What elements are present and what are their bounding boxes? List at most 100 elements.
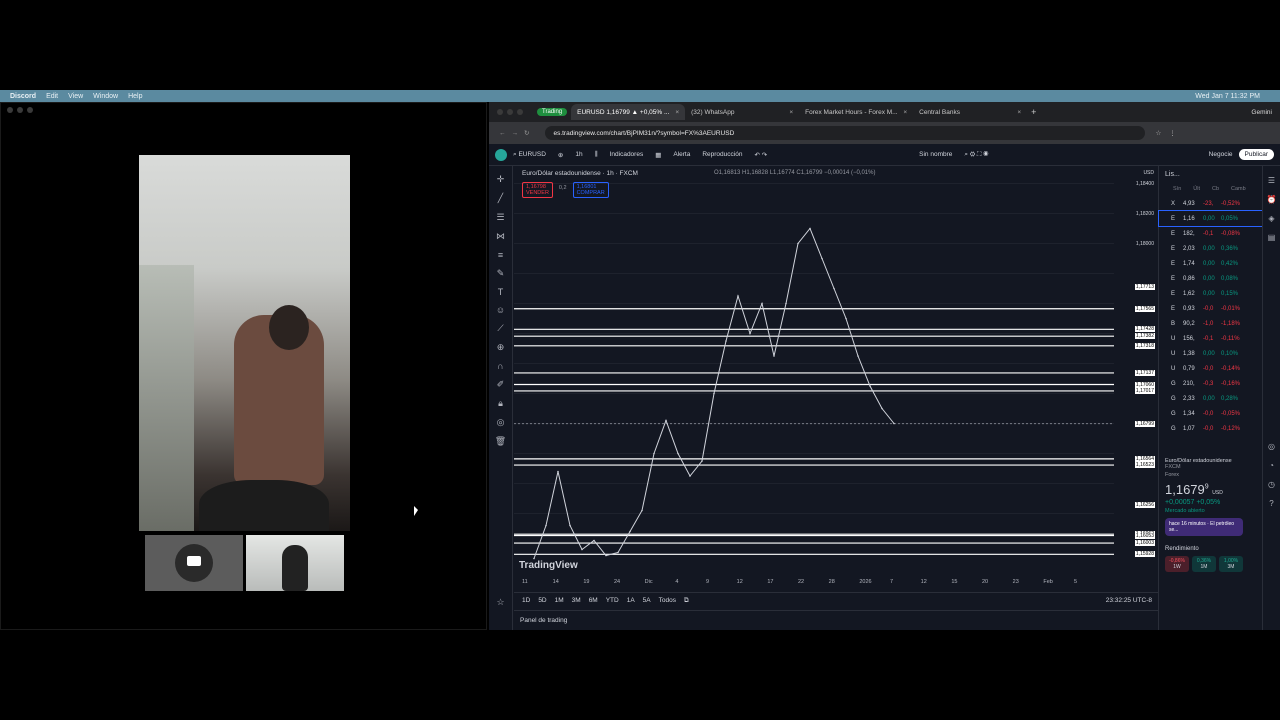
user-avatar[interactable]: [495, 148, 507, 161]
sell-button[interactable]: 1,16798 VENDER: [522, 182, 553, 198]
lock-icon[interactable]: 🔒︎: [498, 398, 503, 409]
timeframe-5a[interactable]: 5A: [643, 597, 651, 604]
timeframe-all[interactable]: Todos: [659, 597, 676, 604]
menu-window[interactable]: Window: [93, 93, 118, 100]
magnet-icon[interactable]: ∩: [497, 361, 503, 371]
tab-eurusd[interactable]: EURUSD 1,16799 ▲ +0,05% ... ×: [571, 104, 686, 120]
pattern-icon[interactable]: ⋈: [496, 231, 505, 242]
main-video-stream[interactable]: [139, 155, 350, 531]
performance-tile[interactable]: 0,36% 1M: [1192, 556, 1216, 572]
trash-icon[interactable]: 🗑︎: [495, 436, 506, 447]
date-range-icon[interactable]: ⧉: [684, 597, 689, 605]
watchlist-row[interactable]: G 1,07 -0,0 -0,12%: [1159, 421, 1262, 436]
watchlist-row[interactable]: E 1,16 0,00 0,05%: [1158, 210, 1263, 227]
horizontal-lines-icon[interactable]: ☰: [496, 212, 504, 223]
performance-tile[interactable]: -0,86% 1W: [1165, 556, 1189, 572]
emoji-icon[interactable]: ☺: [496, 305, 505, 315]
watchlist-row[interactable]: E 0,93 -0,0 -0,01%: [1159, 301, 1262, 316]
col-last[interactable]: Últ: [1193, 186, 1200, 192]
minimize-window-button[interactable]: [17, 107, 23, 113]
trading-panel-bar[interactable]: Panel de trading: [514, 610, 1158, 630]
watchlist-row[interactable]: G 2,33 0,00 0,28%: [1159, 391, 1262, 406]
chart-clock[interactable]: 23:32:25 UTC-8: [1106, 597, 1152, 604]
currency-label[interactable]: USD: [1142, 170, 1155, 176]
close-window-button[interactable]: [497, 109, 503, 115]
watchlist-header[interactable]: Lis...: [1159, 166, 1262, 182]
compare-icon[interactable]: ⊕: [558, 151, 563, 159]
crosshair-icon[interactable]: ✛: [497, 174, 505, 185]
minimize-window-button[interactable]: [507, 109, 513, 115]
close-icon[interactable]: ×: [903, 109, 907, 116]
watchlist-row[interactable]: B 90,2 -1,0 -1,18%: [1159, 316, 1262, 331]
close-icon[interactable]: ×: [675, 109, 679, 116]
fib-icon[interactable]: ≡: [498, 250, 503, 260]
undo-icon[interactable]: ↶ ↷: [754, 151, 767, 159]
menu-edit[interactable]: Edit: [46, 93, 58, 100]
watchlist-row[interactable]: E 0,86 0,00 0,08%: [1159, 271, 1262, 286]
watchlist-row[interactable]: U 0,79 -0,0 -0,14%: [1159, 361, 1262, 376]
tab-group-label[interactable]: Trading: [537, 108, 568, 116]
watchlist-row[interactable]: U 156, -0,1 -0,11%: [1159, 331, 1262, 346]
tab-central-banks[interactable]: Central Banks ×: [913, 104, 1027, 120]
watchlist-row[interactable]: X 4,93 -23, -0,52%: [1159, 196, 1262, 211]
participant-tile-1[interactable]: [145, 535, 243, 591]
chart-type-icon[interactable]: ⫼: [595, 151, 598, 159]
col-change-pct[interactable]: Camb: [1231, 186, 1246, 192]
tab-whatsapp[interactable]: (32) WhatsApp ×: [685, 104, 799, 120]
interval-button[interactable]: 1h: [575, 151, 582, 158]
zoom-window-button[interactable]: [27, 107, 33, 113]
layers-icon[interactable]: ◈: [1268, 214, 1274, 223]
timeframe-1m[interactable]: 1M: [555, 597, 564, 604]
price-chart[interactable]: Euro/Dólar estadounidense · 1h · FXCM O1…: [514, 166, 1158, 594]
symbol-search[interactable]: ⌕ EURUSD: [513, 151, 546, 159]
ideas-icon[interactable]: ◎: [1268, 442, 1275, 451]
timeframe-3m[interactable]: 3M: [572, 597, 581, 604]
zoom-icon[interactable]: ⊕: [497, 342, 505, 353]
watchlist-icon[interactable]: ☰: [1268, 176, 1275, 185]
participant-tile-2[interactable]: [246, 535, 344, 591]
close-icon[interactable]: ×: [1017, 109, 1021, 116]
text-icon[interactable]: T: [498, 287, 504, 297]
menu-view[interactable]: View: [68, 93, 83, 100]
help-icon[interactable]: ?: [1269, 499, 1273, 508]
tab-forex-hours[interactable]: Forex Market Hours - Forex M... ×: [799, 104, 913, 120]
replay-button[interactable]: Reproducción: [702, 151, 742, 158]
trendline-icon[interactable]: ╱: [498, 193, 503, 204]
search-icon[interactable]: ⌕ ⚙ ⛶ ◉: [964, 151, 988, 159]
star-icon[interactable]: ☆: [496, 597, 504, 608]
chart-canvas[interactable]: [514, 166, 1146, 576]
price-axis[interactable]: USD 1,18400 1,18200 1,18000 1,17713 1,17565 1…: [1121, 166, 1157, 594]
pencil-lock-icon[interactable]: ✐: [497, 379, 505, 390]
ruler-icon[interactable]: ⟋: [497, 323, 503, 334]
brush-icon[interactable]: ✎: [497, 268, 505, 279]
buy-button[interactable]: 1,16801 COMPRAR: [572, 182, 609, 198]
close-icon[interactable]: ×: [789, 109, 793, 116]
watchlist-row[interactable]: E 182, -0,1 -0,08%: [1159, 226, 1262, 241]
menu-help[interactable]: Help: [128, 93, 142, 100]
watchlist-row[interactable]: E 1,74 0,00 0,42%: [1159, 256, 1262, 271]
zoom-window-button[interactable]: [517, 109, 523, 115]
news-item[interactable]: hace 16 minutos · El petróleo se...: [1165, 518, 1243, 536]
watchlist-row[interactable]: G 1,34 -0,0 -0,05%: [1159, 406, 1262, 421]
gemini-button[interactable]: Gemini: [1251, 109, 1272, 116]
close-window-button[interactable]: [7, 107, 13, 113]
calendar-icon[interactable]: ▤: [1268, 233, 1276, 242]
col-symbol[interactable]: Sín: [1173, 186, 1181, 192]
new-tab-button[interactable]: +: [1031, 107, 1036, 117]
timeframe-6m[interactable]: 6M: [589, 597, 598, 604]
timeframe-5d[interactable]: 5D: [538, 597, 546, 604]
timeframe-1d[interactable]: 1D: [522, 597, 530, 604]
col-change[interactable]: Cb: [1212, 186, 1219, 192]
chat-icon[interactable]: ◔: [1269, 461, 1274, 470]
watchlist-row[interactable]: G 210, -0,3 -0,16%: [1159, 376, 1262, 391]
time-axis[interactable]: 11 14 19 24 Dic 4 9 12 17 22 28 2026 7 12 15 20 23 Feb 5: [514, 576, 1158, 590]
star-icon[interactable]: ☆⋮: [1155, 129, 1183, 137]
publish-button[interactable]: Publicar: [1238, 149, 1274, 160]
back-forward-reload-icons[interactable]: ←→↻: [499, 129, 535, 137]
watchlist-row[interactable]: E 2,03 0,00 0,36%: [1159, 241, 1262, 256]
indicators-button[interactable]: Indicadores: [610, 151, 644, 158]
trade-button[interactable]: Negocie: [1209, 151, 1233, 158]
notifications-icon[interactable]: ◷: [1268, 480, 1275, 489]
templates-icon[interactable]: ▦: [655, 151, 661, 159]
menu-app[interactable]: Discord: [10, 93, 36, 100]
